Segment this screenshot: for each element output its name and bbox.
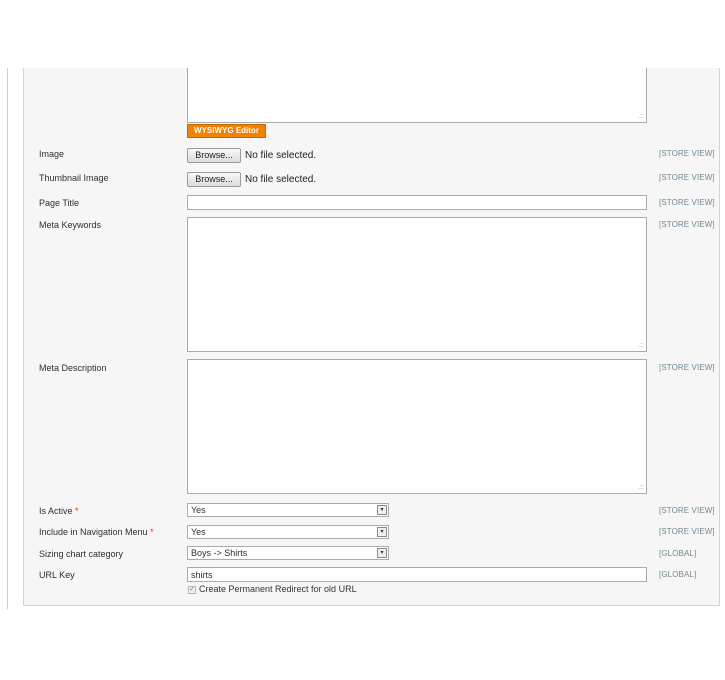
image-browse-button[interactable]: Browse... xyxy=(187,147,241,163)
is-active-label-text: Is Active xyxy=(39,506,73,516)
is-active-scope: [STORE VIEW] xyxy=(659,506,715,515)
meta-description-textarea[interactable]: .:: xyxy=(187,359,647,494)
redirect-checkbox[interactable]: ✓ xyxy=(188,586,196,594)
meta-description-scope: [STORE VIEW] xyxy=(659,363,715,372)
include-nav-select[interactable]: Yes ▾ xyxy=(187,525,389,539)
image-file-input[interactable]: Browse... No file selected. xyxy=(187,147,316,163)
page-title-input[interactable] xyxy=(187,195,647,210)
url-key-label: URL Key xyxy=(39,570,75,580)
is-active-label: Is Active * xyxy=(39,506,79,516)
resize-grip-icon[interactable]: .:: xyxy=(636,342,644,350)
sizing-chart-label: Sizing chart category xyxy=(39,549,124,559)
chevron-down-icon[interactable]: ▾ xyxy=(377,505,387,515)
sizing-chart-select[interactable]: Boys -> Shirts ▾ xyxy=(187,546,389,560)
image-label: Image xyxy=(39,149,65,159)
chevron-down-icon[interactable]: ▾ xyxy=(377,548,387,558)
thumbnail-file-status: No file selected. xyxy=(245,173,317,185)
meta-keywords-scope: [STORE VIEW] xyxy=(659,220,715,229)
thumbnail-file-input[interactable]: Browse... No file selected. xyxy=(187,171,316,187)
page-title-label: Page Title xyxy=(39,198,80,208)
page-left-border xyxy=(7,68,8,609)
thumbnail-browse-button[interactable]: Browse... xyxy=(187,171,241,187)
thumbnail-scope: [STORE VIEW] xyxy=(659,173,715,182)
page-title-scope: [STORE VIEW] xyxy=(659,198,715,207)
include-nav-label-text: Include in Navigation Menu xyxy=(39,527,148,537)
description-textarea[interactable]: .:: xyxy=(187,68,647,123)
sizing-chart-scope: [GLOBAL] xyxy=(659,549,697,558)
url-key-scope: [GLOBAL] xyxy=(659,570,697,579)
required-mark: * xyxy=(150,527,154,537)
image-file-status: No file selected. xyxy=(245,149,317,161)
wysiwyg-editor-button[interactable]: WYSIWYG Editor xyxy=(187,124,266,138)
image-scope: [STORE VIEW] xyxy=(659,149,715,158)
resize-grip-icon[interactable]: .:: xyxy=(636,484,644,492)
meta-keywords-textarea[interactable]: .:: xyxy=(187,217,647,352)
redirect-checkbox-label[interactable]: Create Permanent Redirect for old URL xyxy=(199,584,357,594)
include-nav-label: Include in Navigation Menu * xyxy=(39,527,154,537)
include-nav-value: Yes xyxy=(191,527,206,537)
chevron-down-icon[interactable]: ▾ xyxy=(377,527,387,537)
url-key-input[interactable]: shirts xyxy=(187,567,647,582)
required-mark: * xyxy=(75,506,79,516)
meta-description-label: Meta Description xyxy=(39,363,107,373)
is-active-value: Yes xyxy=(191,505,206,515)
resize-grip-icon[interactable]: .:: xyxy=(636,113,644,121)
sizing-chart-value: Boys -> Shirts xyxy=(191,548,248,558)
include-nav-scope: [STORE VIEW] xyxy=(659,527,715,536)
is-active-select[interactable]: Yes ▾ xyxy=(187,503,389,517)
meta-keywords-label: Meta Keywords xyxy=(39,220,102,230)
thumbnail-label: Thumbnail Image xyxy=(39,173,109,183)
